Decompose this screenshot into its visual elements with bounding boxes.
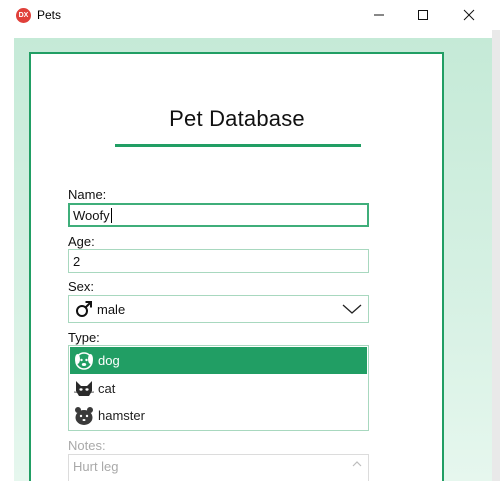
hamster-icon bbox=[75, 406, 93, 425]
maximize-button[interactable] bbox=[400, 0, 446, 30]
type-option-cat[interactable]: cat bbox=[70, 375, 367, 402]
male-symbol-icon bbox=[76, 301, 92, 317]
notes-label: Notes: bbox=[68, 438, 106, 453]
window-edge bbox=[492, 30, 500, 481]
sex-value: male bbox=[97, 301, 126, 317]
minimize-button[interactable] bbox=[356, 0, 402, 30]
type-option-dog[interactable]: dog bbox=[70, 347, 367, 374]
window-title: Pets bbox=[37, 8, 62, 22]
cat-icon bbox=[73, 380, 95, 396]
title-underline bbox=[115, 144, 361, 147]
type-option-label: hamster bbox=[98, 408, 145, 423]
age-input[interactable]: 2 bbox=[68, 249, 369, 273]
notes-value: Hurt leg bbox=[73, 459, 119, 474]
sex-dropdown[interactable]: male bbox=[68, 295, 369, 323]
name-value: Woofy bbox=[73, 208, 110, 223]
type-option-label: dog bbox=[98, 353, 120, 368]
chevron-down-icon[interactable] bbox=[342, 303, 362, 315]
notes-textarea[interactable]: Hurt leg bbox=[68, 454, 369, 481]
maximize-icon bbox=[418, 10, 428, 20]
type-label: Type: bbox=[68, 330, 100, 345]
name-label: Name: bbox=[68, 187, 107, 202]
minimize-icon bbox=[374, 14, 384, 16]
close-button[interactable] bbox=[446, 0, 492, 30]
dog-icon bbox=[75, 351, 93, 370]
age-label: Age: bbox=[68, 234, 95, 249]
text-caret bbox=[110, 208, 112, 223]
close-icon bbox=[463, 9, 475, 21]
scroll-up-icon[interactable] bbox=[352, 460, 362, 468]
title-bar[interactable]: DX Pets bbox=[0, 0, 500, 30]
page-title: Pet Database bbox=[169, 106, 305, 131]
type-option-hamster[interactable]: hamster bbox=[70, 402, 367, 429]
type-listbox[interactable]: dog cat hamster bbox=[68, 345, 369, 431]
age-value: 2 bbox=[73, 254, 81, 269]
app-icon: DX bbox=[16, 8, 31, 23]
type-option-label: cat bbox=[98, 381, 116, 396]
name-input[interactable]: Woofy bbox=[68, 203, 369, 227]
sex-label: Sex: bbox=[68, 279, 95, 294]
